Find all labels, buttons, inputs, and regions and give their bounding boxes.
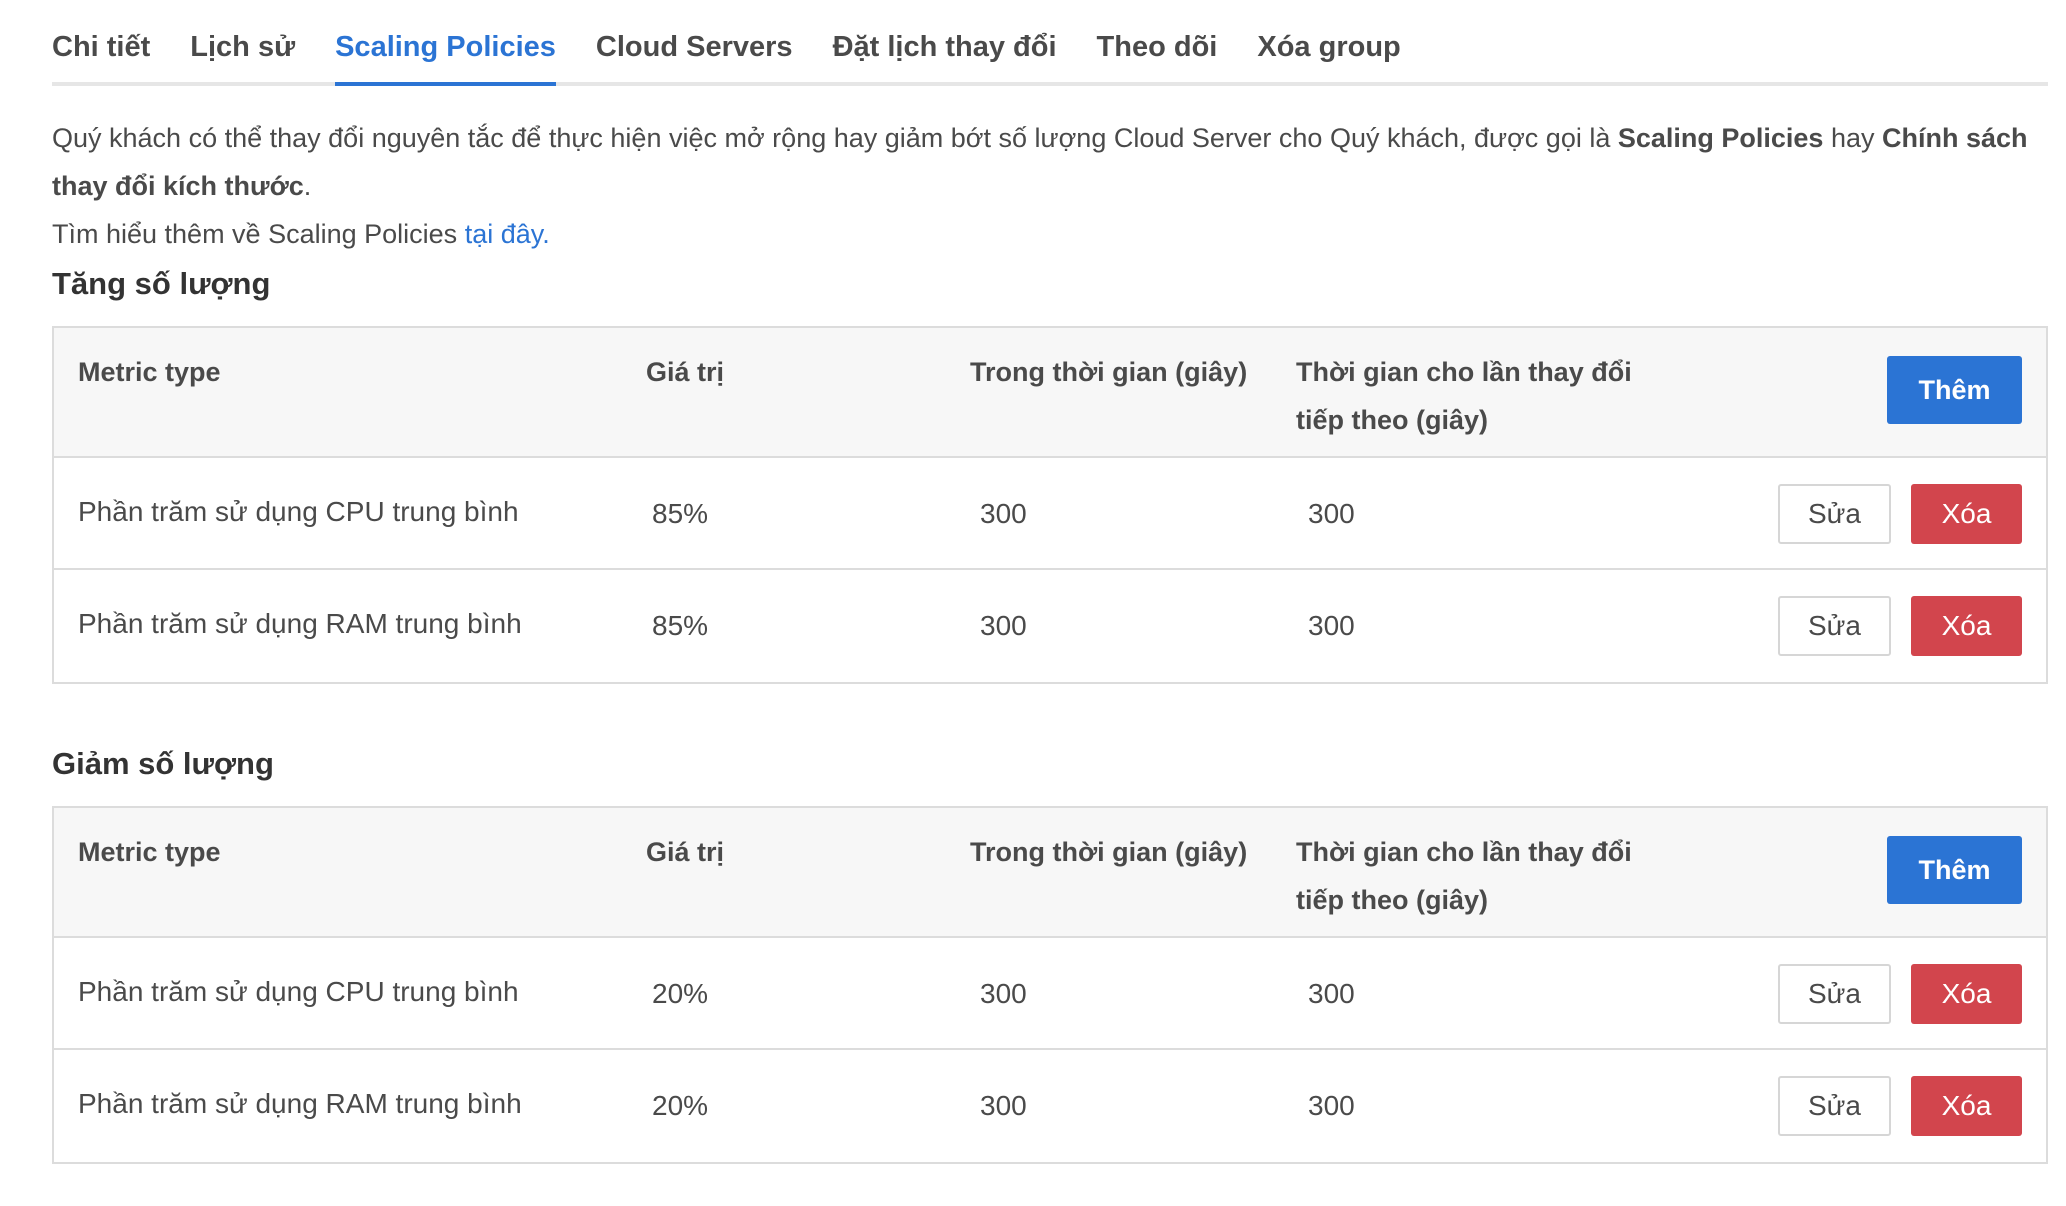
increase-policies-table: Metric type Giá trị Trong thời gian (giâ…	[52, 326, 2048, 684]
tab-monitoring[interactable]: Theo dõi	[1097, 31, 1218, 86]
tab-cloud-servers[interactable]: Cloud Servers	[596, 31, 793, 86]
value-cell: 85%	[652, 498, 709, 529]
delete-button[interactable]: Xóa	[1911, 1076, 2022, 1136]
tab-delete-group[interactable]: Xóa group	[1257, 31, 1400, 86]
metric-cell: Phần trăm sử dụng RAM trung bình	[78, 608, 522, 639]
decrease-policies-table: Metric type Giá trị Trong thời gian (giâ…	[52, 806, 2048, 1164]
col-metric-type: Metric type	[78, 837, 221, 867]
table-row: Phần trăm sử dụng RAM trung bình 85% 300…	[54, 570, 2046, 682]
scaling-policies-page: Chi tiết Lịch sử Scaling Policies Cloud …	[52, 0, 2048, 1164]
duration-cell: 300	[980, 1090, 1027, 1121]
delete-button[interactable]: Xóa	[1911, 596, 2022, 656]
col-cooldown: Thời gian cho lần thay đổi tiếp theo (gi…	[1296, 357, 1632, 435]
tab-scaling-policies[interactable]: Scaling Policies	[335, 31, 556, 86]
value-cell: 20%	[652, 978, 709, 1009]
metric-cell: Phần trăm sử dụng CPU trung bình	[78, 496, 519, 527]
cooldown-cell: 300	[1308, 978, 1355, 1009]
metric-cell: Phần trăm sử dụng RAM trung bình	[78, 1088, 522, 1119]
intro-bold-scaling-policies: Scaling Policies	[1617, 123, 1824, 153]
col-cooldown: Thời gian cho lần thay đổi tiếp theo (gi…	[1296, 837, 1632, 915]
table-row: Phần trăm sử dụng CPU trung bình 85% 300…	[54, 458, 2046, 570]
col-metric-type: Metric type	[78, 357, 221, 387]
col-duration: Trong thời gian (giây)	[970, 357, 1248, 387]
decrease-section-title: Giảm số lượng	[52, 746, 274, 781]
intro-text-2: hay	[1823, 123, 1882, 153]
learn-more-link[interactable]: tại đây.	[465, 219, 550, 249]
add-increase-policy-button[interactable]: Thêm	[1887, 356, 2022, 424]
tab-details[interactable]: Chi tiết	[52, 31, 150, 86]
edit-button[interactable]: Sửa	[1778, 484, 1891, 544]
cooldown-cell: 300	[1308, 498, 1355, 529]
delete-button[interactable]: Xóa	[1911, 964, 2022, 1024]
table-header: Metric type Giá trị Trong thời gian (giâ…	[54, 328, 2046, 458]
tab-bar: Chi tiết Lịch sử Scaling Policies Cloud …	[52, 0, 2048, 86]
edit-button[interactable]: Sửa	[1778, 964, 1891, 1024]
increase-section-title: Tăng số lượng	[52, 266, 271, 301]
intro-text-3: .	[303, 171, 312, 201]
intro-description: Quý khách có thể thay đổi nguyên tắc để …	[52, 114, 2042, 258]
value-cell: 85%	[652, 610, 709, 641]
value-cell: 20%	[652, 1090, 709, 1121]
table-row: Phần trăm sử dụng RAM trung bình 20% 300…	[54, 1050, 2046, 1162]
duration-cell: 300	[980, 498, 1027, 529]
edit-button[interactable]: Sửa	[1778, 1076, 1891, 1136]
delete-button[interactable]: Xóa	[1911, 484, 2022, 544]
duration-cell: 300	[980, 978, 1027, 1009]
table-row: Phần trăm sử dụng CPU trung bình 20% 300…	[54, 938, 2046, 1050]
cooldown-cell: 300	[1308, 610, 1355, 641]
col-value: Giá trị	[646, 837, 725, 867]
intro-text-1: Quý khách có thể thay đổi nguyên tắc để …	[52, 123, 1618, 153]
table-header: Metric type Giá trị Trong thời gian (giâ…	[54, 808, 2046, 938]
add-decrease-policy-button[interactable]: Thêm	[1887, 836, 2022, 904]
duration-cell: 300	[980, 610, 1027, 641]
edit-button[interactable]: Sửa	[1778, 596, 1891, 656]
cooldown-cell: 300	[1308, 1090, 1355, 1121]
metric-cell: Phần trăm sử dụng CPU trung bình	[78, 976, 519, 1007]
col-duration: Trong thời gian (giây)	[970, 837, 1248, 867]
tab-schedule-changes[interactable]: Đặt lịch thay đổi	[833, 31, 1057, 86]
learn-more-text: Tìm hiểu thêm về Scaling Policies	[52, 219, 465, 249]
col-value: Giá trị	[646, 357, 725, 387]
tab-history[interactable]: Lịch sử	[190, 31, 295, 86]
